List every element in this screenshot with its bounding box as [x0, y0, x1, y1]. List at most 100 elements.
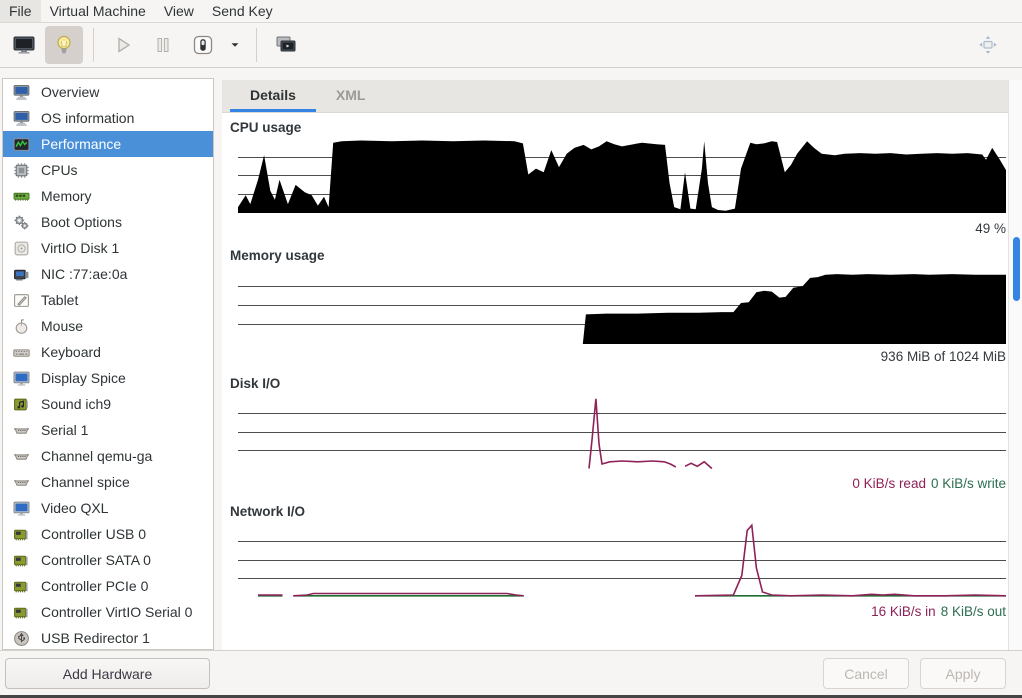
tab-bar: DetailsXML — [222, 80, 1008, 113]
cpu-usage-title: CPU usage — [230, 120, 301, 135]
vertical-scrollbar[interactable] — [1008, 80, 1022, 650]
serial-icon — [13, 473, 31, 491]
sidebar-item-channel-qemu-ga[interactable]: Channel qemu-ga — [3, 443, 213, 469]
cancel-button[interactable]: Cancel — [823, 658, 909, 689]
menu-file[interactable]: File — [0, 0, 41, 22]
sidebar-item-overview[interactable]: Overview — [3, 79, 213, 105]
sidebar-item-label: Boot Options — [41, 214, 122, 230]
memory-usage-value: 936 MiB of 1024 MiB — [881, 349, 1006, 364]
display-icon — [13, 499, 31, 517]
apply-button[interactable]: Apply — [920, 658, 1006, 689]
console-monitor-icon — [12, 33, 36, 57]
menu-send-key[interactable]: Send Key — [203, 0, 282, 22]
sidebar-item-memory[interactable]: Memory — [3, 183, 213, 209]
toolbar-separator — [93, 28, 94, 62]
menu-view[interactable]: View — [155, 0, 203, 22]
sidebar-item-virtio-disk-1[interactable]: VirtIO Disk 1 — [3, 235, 213, 261]
cpu-icon — [13, 161, 31, 179]
tab-xml[interactable]: XML — [316, 80, 386, 112]
sidebar-item-nic-77-ae-0a[interactable]: NIC :77:ae:0a — [3, 261, 213, 287]
sidebar-item-controller-sata-0[interactable]: Controller SATA 0 — [3, 547, 213, 573]
run-vm-button[interactable] — [104, 26, 142, 64]
pause-icon — [151, 33, 175, 57]
footer-bar: Add Hardware Cancel Apply — [0, 650, 1022, 696]
caret-down-icon — [228, 38, 242, 52]
sidebar-item-controller-virtio-serial-0[interactable]: Controller VirtIO Serial 0 — [3, 599, 213, 625]
performance-icon — [13, 135, 31, 153]
controller-icon — [13, 551, 31, 569]
sidebar-item-label: Sound ich9 — [41, 396, 111, 412]
mouse-icon — [13, 317, 31, 335]
sidebar-item-label: Video QXL — [41, 500, 108, 516]
sidebar-item-label: Tablet — [41, 292, 78, 308]
tablet-icon — [13, 291, 31, 309]
serial-icon — [13, 421, 31, 439]
menu-bar: FileVirtual MachineViewSend Key — [0, 0, 1022, 23]
details-pane: DetailsXML CPU usage 49 % Memory usage 9… — [222, 80, 1008, 650]
nic-icon — [13, 265, 31, 283]
sidebar-item-keyboard[interactable]: Keyboard — [3, 339, 213, 365]
shutdown-icon — [191, 33, 215, 57]
menu-virtual-machine[interactable]: Virtual Machine — [41, 0, 155, 22]
sidebar-item-display-spice[interactable]: Display Spice — [3, 365, 213, 391]
hardware-list: Overview OS information Performance CPUs Mem… — [2, 78, 214, 650]
sidebar-item-serial-1[interactable]: Serial 1 — [3, 417, 213, 443]
sidebar-item-sound-ich9[interactable]: Sound ich9 — [3, 391, 213, 417]
sidebar-item-mouse[interactable]: Mouse — [3, 313, 213, 339]
console-window-button[interactable] — [267, 26, 305, 64]
sidebar-item-controller-usb-0[interactable]: Controller USB 0 — [3, 521, 213, 547]
memory-usage-title: Memory usage — [230, 248, 325, 263]
dual-monitor-icon — [274, 33, 298, 57]
usb-icon — [13, 629, 31, 647]
pause-vm-button[interactable] — [144, 26, 182, 64]
sidebar-item-tablet[interactable]: Tablet — [3, 287, 213, 313]
controller-icon — [13, 603, 31, 621]
computer-icon — [13, 109, 31, 127]
sidebar-item-label: Serial 1 — [41, 422, 88, 438]
sidebar-item-label: Performance — [41, 136, 121, 152]
memory-icon — [13, 187, 31, 205]
sidebar-item-boot-options[interactable]: Boot Options — [3, 209, 213, 235]
scrollbar-thumb[interactable] — [1013, 237, 1020, 301]
sidebar-item-label: Mouse — [41, 318, 83, 334]
sidebar-item-label: Controller VirtIO Serial 0 — [41, 604, 192, 620]
sidebar-item-label: USB Redirector 1 — [41, 630, 150, 646]
sidebar-item-label: VirtIO Disk 1 — [41, 240, 119, 256]
sidebar-item-cpus[interactable]: CPUs — [3, 157, 213, 183]
fullscreen-button[interactable] — [969, 26, 1007, 64]
shutdown-vm-button[interactable] — [184, 26, 222, 64]
sidebar-item-label: CPUs — [41, 162, 78, 178]
show-graphical-console-button[interactable] — [5, 26, 43, 64]
sidebar-item-label: OS information — [41, 110, 134, 126]
network-io-value: 16 KiB/s in8 KiB/s out — [871, 604, 1006, 619]
sidebar-item-label: Channel qemu-ga — [41, 448, 152, 464]
sidebar-item-video-qxl[interactable]: Video QXL — [3, 495, 213, 521]
sidebar-item-controller-pcie-0[interactable]: Controller PCIe 0 — [3, 573, 213, 599]
network-io-title: Network I/O — [230, 504, 305, 519]
sidebar-item-label: NIC :77:ae:0a — [41, 266, 127, 282]
disk-io-title: Disk I/O — [230, 376, 280, 391]
tab-details[interactable]: Details — [230, 80, 316, 112]
show-hardware-details-button[interactable] — [45, 26, 83, 64]
cpu-usage-value: 49 % — [975, 221, 1006, 236]
sidebar-item-usb-redirector-1[interactable]: USB Redirector 1 — [3, 625, 213, 650]
sidebar-item-channel-spice[interactable]: Channel spice — [3, 469, 213, 495]
display-icon — [13, 369, 31, 387]
play-icon — [111, 33, 135, 57]
add-hardware-button[interactable]: Add Hardware — [5, 658, 210, 689]
controller-icon — [13, 577, 31, 595]
fullscreen-icon — [976, 33, 1000, 57]
controller-icon — [13, 525, 31, 543]
toolbar — [0, 23, 1022, 68]
sidebar-item-label: Controller USB 0 — [41, 526, 146, 542]
cpu-usage-graph — [238, 139, 1006, 213]
lightbulb-icon — [52, 33, 76, 57]
disk-io-graph — [238, 395, 1006, 470]
sidebar-item-label: Keyboard — [41, 344, 101, 360]
sidebar-item-label: Channel spice — [41, 474, 130, 490]
sidebar-item-label: Memory — [41, 188, 92, 204]
serial-icon — [13, 447, 31, 465]
sidebar-item-os-information[interactable]: OS information — [3, 105, 213, 131]
sidebar-item-performance[interactable]: Performance — [3, 131, 213, 157]
shutdown-menu-button[interactable] — [224, 26, 246, 64]
